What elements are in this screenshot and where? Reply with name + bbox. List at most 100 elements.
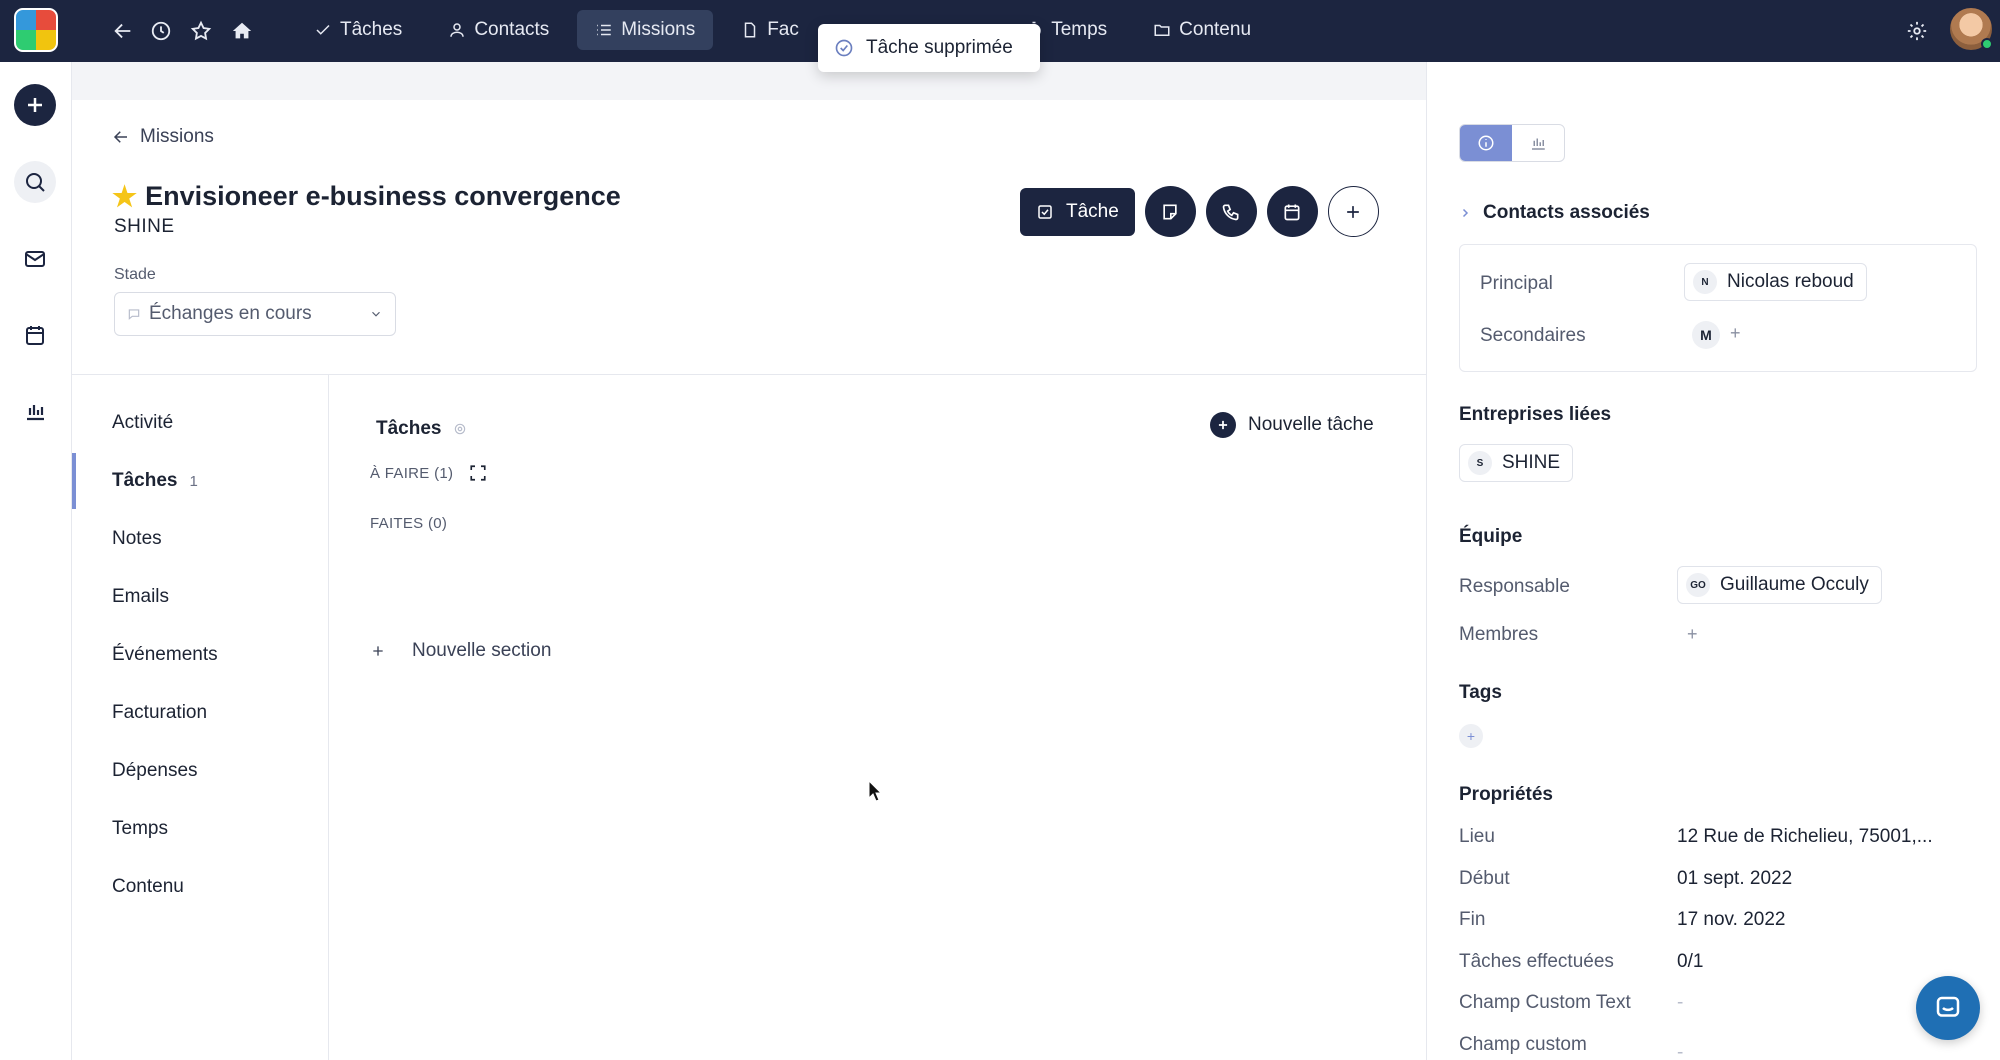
chevron-down-icon (372, 311, 380, 317)
online-status-dot (1981, 38, 1993, 50)
new-task-button[interactable]: Nouvelle tâche (1210, 412, 1374, 438)
nav-contenu[interactable]: Contenu (1135, 10, 1269, 50)
chat-icon (1936, 996, 1960, 1017)
new-section-button[interactable]: Nouvelle section (370, 640, 551, 662)
arrow-left-icon (113, 131, 127, 143)
expand-icon[interactable] (469, 464, 487, 482)
section-nav-notes[interactable]: Notes (72, 511, 328, 567)
main-content: Missions ★ Envisioneer e-business conver… (72, 62, 1426, 1060)
property-value-lieu[interactable]: 12 Rue de Richelieu, 75001,... (1677, 826, 1933, 848)
section-nav-depenses[interactable]: Dépenses (72, 743, 328, 799)
plus-icon (28, 98, 42, 112)
document-icon (744, 22, 756, 38)
team-section-header: Équipe (1459, 526, 1523, 547)
action-toolbar: Tâche (1020, 186, 1379, 237)
add-task-button[interactable]: Tâche (1020, 187, 1135, 236)
tab-info[interactable] (1460, 125, 1512, 161)
add-member-icon[interactable]: + (1687, 624, 1698, 645)
property-label: Tâches effectuées (1459, 951, 1614, 972)
search-icon (26, 173, 45, 192)
property-value-fin[interactable]: 17 nov. 2022 (1677, 909, 1785, 931)
section-nav-activite[interactable]: Activité (72, 395, 328, 451)
settings-icon[interactable] (453, 422, 467, 436)
nav-taches[interactable]: Tâches (296, 10, 420, 50)
nav-contacts[interactable]: Contacts (430, 10, 567, 50)
section-nav-contenu[interactable]: Contenu (72, 859, 328, 915)
principal-contact-chip[interactable]: N Nicolas reboud (1684, 263, 1867, 301)
mail-button[interactable] (14, 238, 56, 280)
create-button[interactable] (14, 84, 56, 126)
company-name: SHINE (114, 216, 175, 237)
secondary-contact-badge[interactable]: M (1692, 321, 1720, 349)
add-tag-button[interactable]: + (1459, 724, 1483, 748)
info-icon (1478, 135, 1494, 151)
section-nav-temps[interactable]: Temps (72, 801, 328, 857)
reports-button[interactable] (14, 390, 56, 432)
check-circle-icon (835, 39, 853, 57)
properties-section-header: Propriétés (1459, 784, 1553, 805)
property-label: Champ custom (1459, 1034, 1587, 1055)
home-icon[interactable] (225, 14, 259, 48)
search-button[interactable] (14, 161, 56, 203)
panel-tabs (1459, 124, 1565, 162)
section-nav-facturation[interactable]: Facturation (72, 685, 328, 741)
section-nav-taches[interactable]: Tâches 1 (72, 453, 328, 509)
folder-icon (1154, 24, 1170, 36)
tags-section-header: Tags (1459, 682, 1502, 703)
chat-support-button[interactable] (1916, 976, 1980, 1040)
history-icon[interactable] (144, 14, 178, 48)
toast-message: Tâche supprimée (866, 37, 1013, 58)
property-label: Début (1459, 868, 1510, 889)
check-icon (316, 24, 330, 35)
contacts-box: Principal N Nicolas reboud Secondaires M… (1459, 244, 1977, 372)
plus-icon (1347, 205, 1360, 218)
speech-bubble-icon (128, 309, 140, 320)
add-note-button[interactable] (1144, 186, 1196, 237)
back-arrow-icon[interactable] (106, 14, 140, 48)
app-logo[interactable] (14, 8, 58, 52)
bar-chart-icon (27, 405, 44, 421)
star-icon[interactable] (184, 14, 218, 48)
calendar-icon (26, 326, 44, 345)
calendar-button[interactable] (14, 314, 56, 356)
mouse-cursor-icon (868, 780, 882, 802)
nav-missions[interactable]: Missions (577, 10, 714, 50)
company-chip[interactable]: S SHINE (1459, 444, 1574, 482)
add-call-button[interactable] (1205, 186, 1257, 237)
add-secondary-icon[interactable]: + (1730, 323, 1741, 344)
membres-label: Membres (1459, 624, 1539, 645)
contacts-section-header[interactable]: Contacts associés (1459, 202, 1650, 224)
more-actions-button[interactable] (1327, 186, 1379, 237)
property-value-taches: 0/1 (1677, 951, 1704, 972)
mail-icon (25, 251, 45, 267)
property-value-debut[interactable]: 01 sept. 2022 (1677, 868, 1792, 890)
section-nav-evenements[interactable]: Événements (72, 627, 328, 683)
phone-icon (1222, 204, 1239, 220)
responsable-chip[interactable]: GO Guillaume Occuly (1677, 566, 1882, 604)
calendar-icon (1284, 204, 1300, 220)
tasks-heading: Tâches (376, 418, 467, 440)
gear-icon[interactable] (1900, 14, 1934, 48)
tab-stats[interactable] (1512, 125, 1564, 161)
plus-icon (373, 646, 383, 656)
task-count: 1 (189, 472, 198, 490)
toast-notification: Tâche supprimée (818, 24, 1040, 72)
note-icon (1163, 204, 1177, 219)
favorite-star-icon[interactable]: ★ (112, 180, 137, 213)
stade-select[interactable]: Échanges en cours (114, 292, 396, 336)
back-to-missions-link[interactable]: Missions (112, 126, 214, 148)
property-value-custom-text[interactable]: - (1677, 992, 1683, 1014)
divider (72, 374, 1426, 375)
todo-section[interactable]: À FAIRE (1) (370, 464, 487, 482)
section-nav-emails[interactable]: Emails (72, 569, 328, 625)
add-event-button[interactable] (1266, 186, 1318, 237)
principal-label: Principal (1480, 273, 1553, 294)
property-value-custom[interactable]: - (1677, 1042, 1683, 1060)
property-label: Fin (1459, 909, 1486, 930)
responsable-initial: GO (1686, 573, 1710, 597)
property-label: Lieu (1459, 826, 1495, 847)
bar-chart-icon (1532, 138, 1545, 150)
chevron-right-icon (1462, 208, 1469, 218)
page-title: ★ Envisioneer e-business convergence (112, 180, 621, 213)
done-section[interactable]: FAITES (0) (370, 515, 447, 532)
